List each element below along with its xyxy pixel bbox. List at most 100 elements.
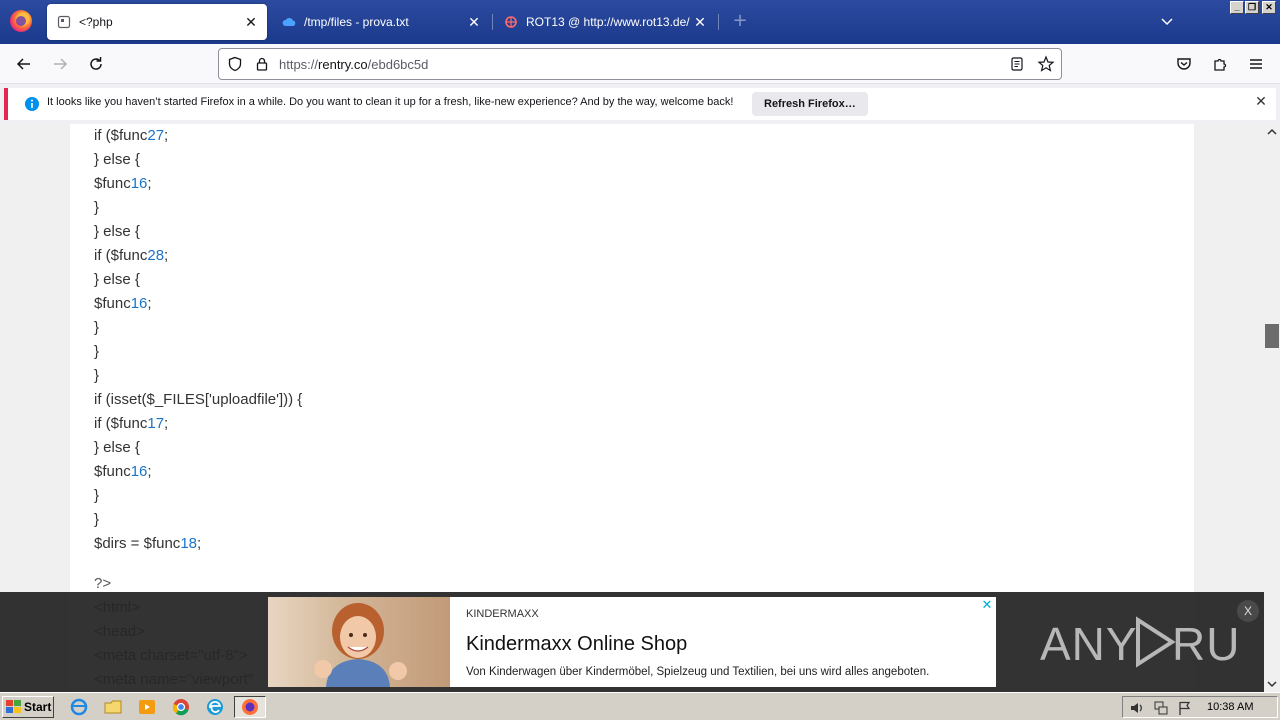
code-line: $func16;: [94, 460, 302, 484]
tab-title: ROT13 @ http://www.rot13.de/: [526, 15, 690, 29]
tab-strip: <?php ✕ /tmp/files - prova.txt ✕ ROT13 @…: [0, 0, 1280, 44]
start-label: Start: [24, 700, 52, 714]
ad-close-button[interactable]: X: [1237, 600, 1259, 622]
ad-headline[interactable]: Kindermaxx Online Shop: [466, 633, 687, 656]
firefox-icon: [242, 699, 258, 715]
code-line: if ($func27;: [94, 124, 302, 148]
code-line: } else {: [94, 268, 302, 292]
ad-sponsor: KINDERMAXX: [466, 608, 539, 620]
code-gap: [94, 556, 302, 572]
code-text: } else {: [94, 271, 140, 288]
media-player-icon[interactable]: [138, 698, 156, 716]
tab-title: <?php: [79, 15, 113, 29]
taskbar: Start 10:38 AM: [0, 692, 1280, 720]
chevron-down-icon[interactable]: [1158, 12, 1176, 30]
url-path: /ebd6bc5d: [367, 57, 429, 72]
tab-close-icon[interactable]: ✕: [690, 14, 710, 31]
clock: 10:38 AM: [1207, 701, 1254, 713]
code-line: if ($func17;: [94, 412, 302, 436]
ad-photo-child-icon: [314, 603, 407, 687]
ad-choices-close-icon[interactable]: ✕: [980, 599, 994, 613]
folder-icon[interactable]: [104, 698, 122, 716]
start-button[interactable]: Start: [2, 696, 54, 718]
code-text: $func: [94, 175, 131, 192]
tab-close-icon[interactable]: ✕: [241, 14, 261, 31]
notification-bar: It looks like you haven’t started Firefo…: [4, 88, 1276, 120]
volume-icon[interactable]: [1129, 700, 1145, 716]
refresh-firefox-button[interactable]: Refresh Firefox…: [752, 92, 868, 116]
code-line: }: [94, 340, 302, 364]
close-icon[interactable]: ✕: [1252, 94, 1270, 112]
code-text: } else {: [94, 439, 140, 456]
vertical-scrollbar[interactable]: [1264, 124, 1280, 692]
code-line: if (isset($_FILES['uploadfile'])) {: [94, 388, 302, 412]
internet-explorer-icon[interactable]: [70, 698, 88, 716]
pocket-button[interactable]: [1172, 52, 1196, 76]
bookmark-star-icon[interactable]: [1037, 55, 1055, 73]
tab-separator: [718, 14, 719, 30]
code-text: if (isset($_FILES['uploadfile'])) {: [94, 391, 303, 408]
scrollbar-thumb[interactable]: [1265, 324, 1279, 348]
taskbar-firefox-button[interactable]: [234, 696, 266, 718]
forward-button[interactable]: [48, 52, 72, 76]
hamburger-menu-icon: [1250, 59, 1262, 69]
code-line: } else {: [94, 220, 302, 244]
nav-bar: https://rentry.co/ebd6bc5d: [0, 44, 1280, 84]
ad-overlay: KINDERMAXX Kindermaxx Online Shop Von Ki…: [0, 592, 1274, 692]
code-line: }: [94, 508, 302, 532]
code-number: 27: [147, 127, 165, 144]
tab-close-icon[interactable]: ✕: [464, 14, 484, 31]
code-text: $func: [94, 463, 131, 480]
scroll-down-icon[interactable]: [1267, 680, 1277, 688]
code-line: } else {: [94, 148, 302, 172]
code-text: ;: [164, 127, 169, 144]
code-number: 16: [130, 175, 148, 192]
svg-text:RUN: RUN: [1172, 618, 1240, 670]
chrome-icon[interactable]: [172, 698, 190, 716]
code-text: if ($func: [94, 127, 148, 144]
code-number: 16: [130, 463, 148, 480]
ad-image[interactable]: [268, 597, 450, 687]
code-text: }: [94, 343, 100, 360]
firefox-menu-icon[interactable]: [10, 10, 32, 32]
back-button[interactable]: [12, 52, 36, 76]
code-line: }: [94, 316, 302, 340]
flag-icon[interactable]: [1177, 700, 1193, 716]
code-line: }: [94, 364, 302, 388]
code-text: ;: [197, 535, 202, 552]
tab-prova[interactable]: /tmp/files - prova.txt ✕: [272, 4, 490, 40]
code-text: }: [94, 367, 100, 384]
info-icon: [25, 97, 39, 111]
rot13-icon: [505, 16, 517, 28]
ad-banner[interactable]: KINDERMAXX Kindermaxx Online Shop Von Ki…: [268, 597, 996, 687]
app-menu-button[interactable]: [1244, 52, 1268, 76]
ad-description: Von Kinderwagen über Kindermöbel, Spielz…: [466, 666, 930, 678]
code-text: ;: [147, 175, 152, 192]
edge-icon[interactable]: [206, 698, 224, 716]
tab-php[interactable]: <?php ✕: [47, 4, 267, 40]
code-text: } else {: [94, 223, 140, 240]
tab-rot13[interactable]: ROT13 @ http://www.rot13.de/ ✕: [494, 4, 716, 40]
scroll-up-icon[interactable]: [1267, 128, 1277, 136]
new-tab-icon[interactable]: +: [730, 10, 750, 34]
code-line: }: [94, 484, 302, 508]
windows-logo-icon: [6, 700, 21, 713]
arrow-left-icon: [16, 58, 30, 70]
reader-view-icon[interactable]: [1009, 56, 1025, 72]
restore-button[interactable]: ❐: [1245, 1, 1259, 14]
code-text: ;: [147, 463, 152, 480]
extensions-button[interactable]: [1208, 52, 1232, 76]
url-bar[interactable]: https://rentry.co/ebd6bc5d: [218, 48, 1062, 80]
network-icon[interactable]: [1153, 700, 1169, 716]
reload-icon: [90, 57, 102, 70]
system-tray: 10:38 AM: [1122, 696, 1278, 718]
shield-icon[interactable]: [227, 56, 243, 72]
pocket-icon: [1177, 58, 1191, 70]
reload-button[interactable]: [84, 52, 108, 76]
code-number: 17: [147, 415, 165, 432]
lock-icon[interactable]: [254, 56, 270, 72]
url-text[interactable]: https://rentry.co/ebd6bc5d: [279, 57, 428, 72]
minimize-button[interactable]: _: [1230, 1, 1244, 14]
puzzle-icon: [1214, 58, 1227, 71]
close-window-button[interactable]: ✕: [1262, 1, 1276, 14]
